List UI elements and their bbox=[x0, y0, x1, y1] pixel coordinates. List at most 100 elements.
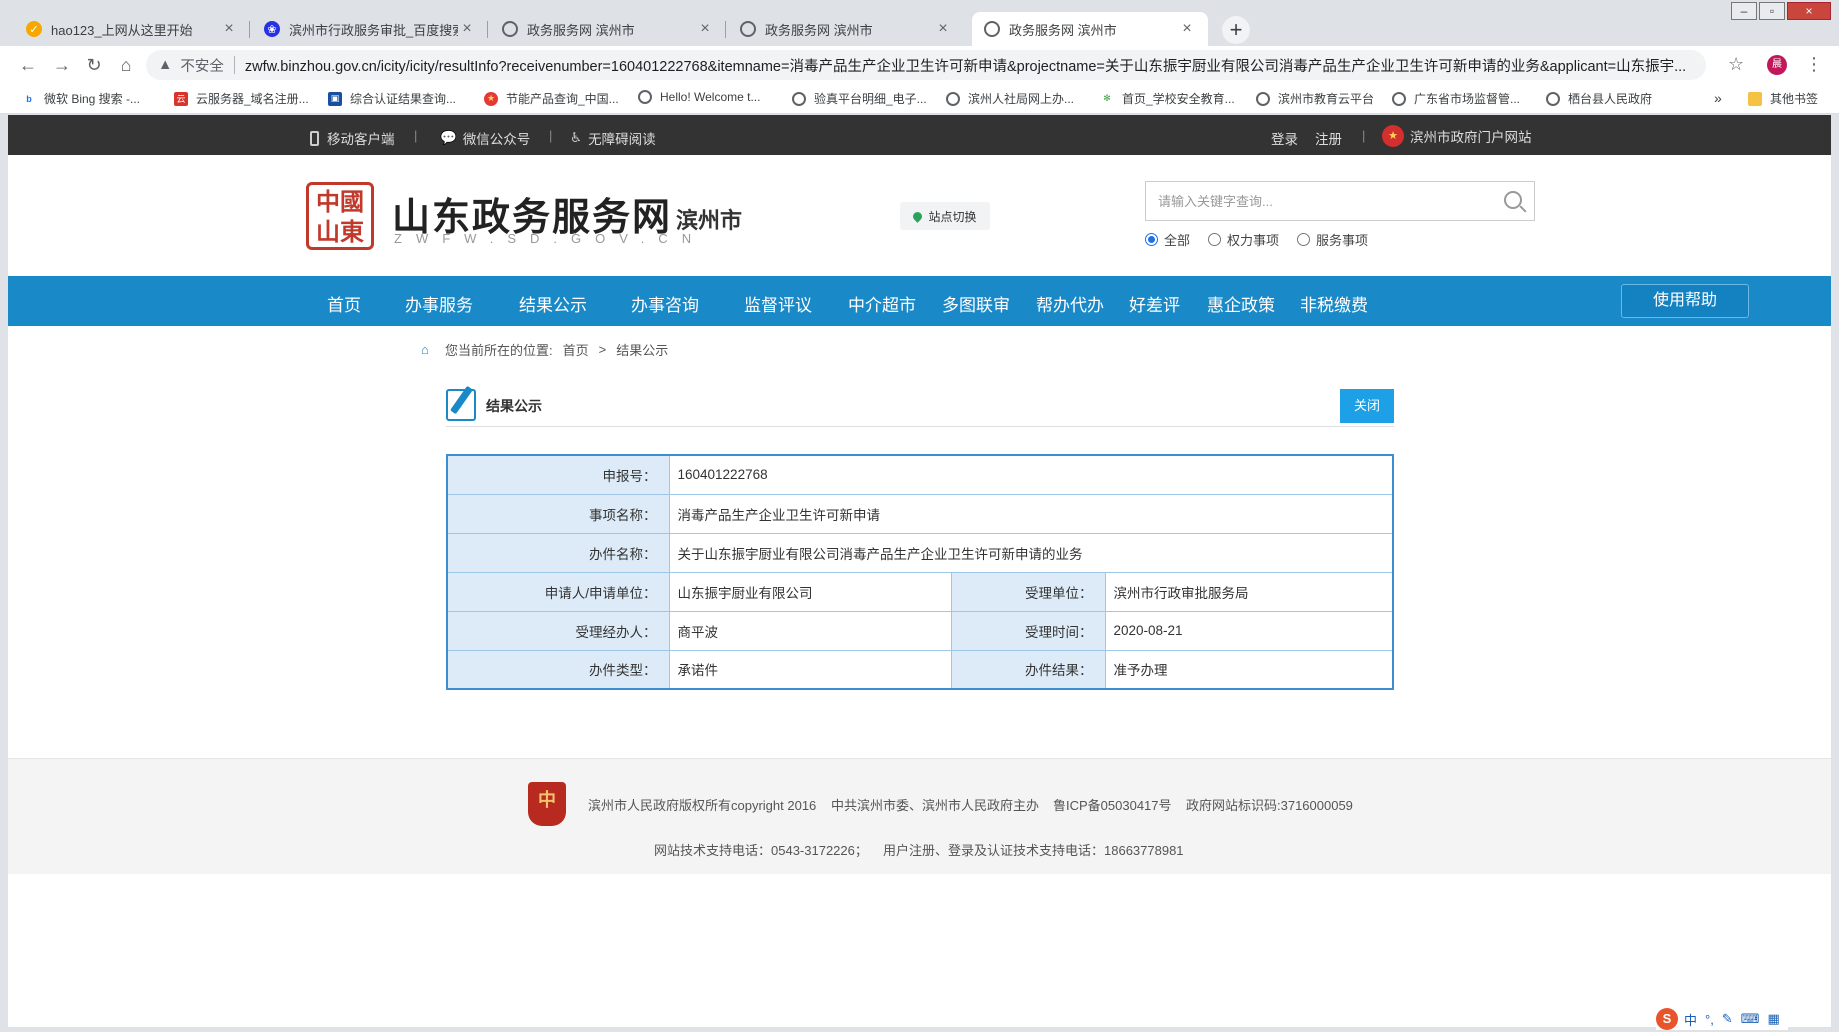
accessible-reading-link[interactable]: ♿ 无障碍阅读 bbox=[570, 128, 656, 148]
nav-agency-market[interactable]: 中介超市 bbox=[848, 291, 916, 316]
new-tab-button[interactable]: + bbox=[1222, 16, 1250, 44]
wechat-icon: 💬 bbox=[440, 130, 457, 145]
address-bar[interactable]: ▲ 不安全 zwfw.binzhou.gov.cn/icity/icity/re… bbox=[146, 50, 1706, 80]
browser-tab-4[interactable]: 政务服务网 滨州市 × bbox=[728, 12, 964, 46]
case-result-value: 准予办理 bbox=[1104, 649, 1394, 690]
menu-kebab-icon[interactable]: ⋮ bbox=[1805, 54, 1823, 75]
back-arrow-icon[interactable]: ← bbox=[16, 54, 40, 78]
bookmark-label: 节能产品查询_中国... bbox=[506, 92, 619, 106]
nav-results[interactable]: 结果公示 bbox=[519, 291, 587, 316]
browser-tab-3[interactable]: 政务服务网 滨州市 × bbox=[490, 12, 726, 46]
login-link[interactable]: 登录 bbox=[1271, 128, 1298, 148]
tab-close-icon[interactable]: × bbox=[458, 20, 476, 38]
tab-close-icon[interactable]: × bbox=[1178, 20, 1196, 38]
bookmark-item[interactable]: ★ 节能产品查询_中国... bbox=[484, 90, 619, 107]
radio-service-items[interactable]: 服务事项 bbox=[1297, 230, 1368, 249]
emblem-icon: ★ bbox=[484, 91, 498, 106]
case-type-label: 办件类型： bbox=[446, 649, 670, 690]
browser-tab-2[interactable]: ❀ 滨州市行政服务审批_百度搜索 × bbox=[252, 12, 488, 46]
national-emblem-icon: ★ bbox=[1382, 125, 1404, 147]
reload-icon[interactable]: ↻ bbox=[82, 54, 106, 78]
breadcrumb-prefix: 您当前所在的位置: bbox=[445, 343, 553, 358]
receive-no-value: 160401222768 bbox=[668, 454, 1394, 495]
bookmark-item[interactable]: 滨州市教育云平台 bbox=[1256, 90, 1374, 107]
register-link[interactable]: 注册 bbox=[1315, 128, 1342, 148]
home-icon: ⌂ bbox=[421, 341, 429, 357]
site-topbar: 移动客户端 | 💬 微信公众号 | ♿ 无障碍阅读 登录 注册 | ★ 滨州市政府门户… bbox=[8, 115, 1831, 155]
browser-toolbar: ← → ↻ ⌂ ▲ 不安全 zwfw.binzhou.gov.cn/icity/… bbox=[0, 46, 1839, 84]
shandong-seal-logo: 中國 山東 bbox=[306, 182, 374, 250]
topbar-separator: | bbox=[414, 128, 418, 143]
bookmark-item[interactable]: 栖台县人民政府 bbox=[1546, 90, 1652, 107]
bookmark-item[interactable]: 云云服务器_域名注册... bbox=[174, 90, 309, 107]
applicant-label: 申请人/申请单位： bbox=[446, 571, 670, 612]
window-close-icon[interactable]: × bbox=[1787, 2, 1831, 20]
bing-icon: b bbox=[26, 93, 32, 104]
bookmark-item[interactable]: b 微软 Bing 搜索 -... bbox=[22, 90, 140, 107]
nav-policies[interactable]: 惠企政策 bbox=[1207, 291, 1275, 316]
nav-consult[interactable]: 办事咨询 bbox=[631, 291, 699, 316]
profile-avatar[interactable]: 晨 bbox=[1767, 55, 1787, 75]
mobile-client-link[interactable]: 移动客户端 bbox=[310, 128, 395, 148]
bookmark-item[interactable]: 验真平台明细_电子... bbox=[792, 90, 927, 107]
result-section-header: 结果公示 关闭 bbox=[446, 389, 1394, 427]
bookmark-star-icon[interactable]: ☆ bbox=[1728, 54, 1744, 75]
accessibility-icon: ♿ bbox=[570, 130, 583, 145]
other-bookmarks[interactable]: 其他书签 bbox=[1748, 90, 1818, 107]
home-icon[interactable]: ⌂ bbox=[114, 54, 138, 78]
project-name-value: 关于山东振宇厨业有限公司消毒产品生产企业卫生许可新申请的业务 bbox=[668, 532, 1394, 573]
nav-fees[interactable]: 非税缴费 bbox=[1300, 291, 1368, 316]
ime-grid-icon[interactable]: ▦ bbox=[1768, 1011, 1780, 1027]
edit-pencil-icon bbox=[446, 389, 476, 421]
wechat-link[interactable]: 💬 微信公众号 bbox=[440, 128, 530, 148]
receive-no-label: 申报号： bbox=[446, 454, 670, 495]
tab-close-icon[interactable]: × bbox=[220, 20, 238, 38]
bookmark-item[interactable]: 广东省市场监督管... bbox=[1392, 90, 1520, 107]
bookmark-item[interactable]: ▣ 综合认证结果查询... bbox=[328, 90, 456, 107]
ime-keyboard-icon[interactable]: ⌨ bbox=[1741, 1011, 1760, 1027]
nav-services[interactable]: 办事服务 bbox=[405, 291, 473, 316]
browser-tab-1[interactable]: ✓ hao123_上网从这里开始 × bbox=[14, 12, 250, 46]
baidu-icon: ❀ bbox=[264, 21, 280, 37]
footer-sponsor: 中共滨州市委、滨州市人民政府主办 bbox=[831, 798, 1040, 813]
accessible-label: 无障碍阅读 bbox=[588, 132, 656, 147]
nav-assist[interactable]: 帮办代办 bbox=[1036, 291, 1104, 316]
globe-icon bbox=[946, 91, 960, 106]
bookmark-label: 综合认证结果查询... bbox=[350, 92, 457, 106]
radio-all[interactable]: 全部 bbox=[1145, 230, 1190, 249]
nav-joint-review[interactable]: 多图联审 bbox=[942, 291, 1010, 316]
handler-label: 受理经办人： bbox=[446, 610, 670, 651]
close-button[interactable]: 关闭 bbox=[1340, 389, 1394, 423]
bookmarks-overflow-chevron[interactable]: » bbox=[1714, 90, 1722, 106]
help-button[interactable]: 使用帮助 bbox=[1621, 284, 1749, 318]
bookmark-item[interactable]: Hello! Welcome t... bbox=[638, 90, 760, 104]
bookmark-label: 栖台县人民政府 bbox=[1568, 92, 1653, 106]
globe-icon bbox=[1392, 91, 1406, 106]
globe-icon bbox=[792, 91, 806, 106]
ime-punctuation-icon[interactable]: °, bbox=[1705, 1012, 1714, 1027]
gov-portal-link[interactable]: ★ 滨州市政府门户网站 bbox=[1382, 125, 1532, 147]
bookmark-item[interactable]: 滨州人社局网上办... bbox=[946, 90, 1074, 107]
nav-home[interactable]: 首页 bbox=[327, 291, 361, 316]
tab-close-icon[interactable]: × bbox=[934, 20, 952, 38]
radio-power-items[interactable]: 权力事项 bbox=[1208, 230, 1279, 249]
bookmark-item[interactable]: ✻ 首页_学校安全教育... bbox=[1100, 90, 1234, 107]
search-icon[interactable] bbox=[1504, 191, 1522, 209]
footer-icp-link[interactable]: 鲁ICP备05030417号 bbox=[1053, 795, 1172, 814]
minimize-icon[interactable]: – bbox=[1731, 2, 1757, 20]
nav-supervision[interactable]: 监督评议 bbox=[744, 291, 812, 316]
tab-close-icon[interactable]: × bbox=[696, 20, 714, 38]
sogou-logo-icon[interactable]: S bbox=[1656, 1008, 1678, 1030]
maximize-icon[interactable]: ▫ bbox=[1759, 2, 1785, 20]
forward-arrow-icon[interactable]: → bbox=[50, 54, 74, 78]
item-name-label: 事项名称： bbox=[446, 493, 670, 534]
city-name: 滨州市 bbox=[676, 208, 743, 233]
globe-icon bbox=[1256, 91, 1270, 106]
ime-pen-icon[interactable]: ✎ bbox=[1722, 1011, 1733, 1027]
nav-rating[interactable]: 好差评 bbox=[1129, 291, 1180, 316]
browser-tab-5-active[interactable]: 政务服务网 滨州市 × bbox=[972, 12, 1208, 46]
ime-chinese-mode[interactable]: 中 bbox=[1684, 1010, 1697, 1029]
breadcrumb-home-link[interactable]: 首页 bbox=[563, 340, 589, 359]
search-input[interactable] bbox=[1158, 193, 1488, 209]
site-switch-button[interactable]: 站点切换 bbox=[900, 202, 990, 230]
